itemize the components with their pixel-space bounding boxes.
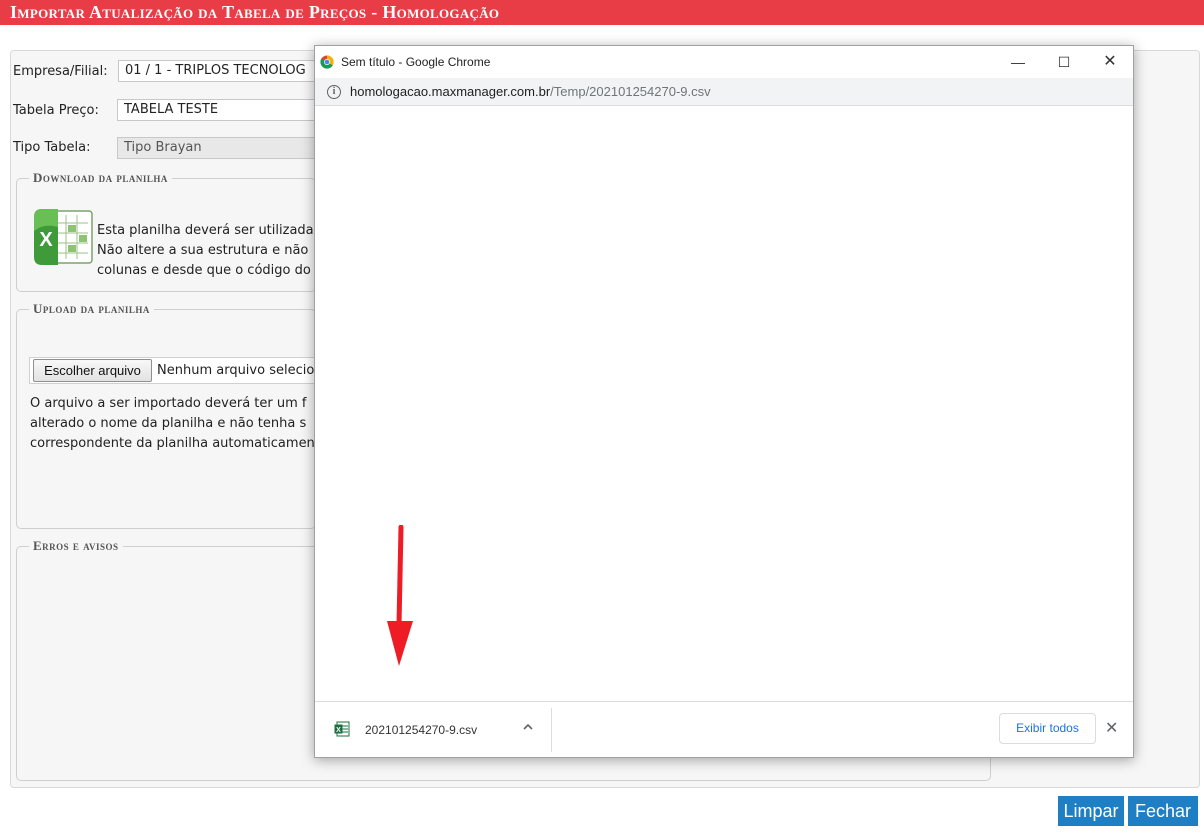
empresa-select[interactable]: 01 / 1 - TRIPLOS TECNOLOG [118,60,318,82]
chrome-address-bar[interactable]: i homologacao.maxmanager.com.br/Temp/202… [315,78,1133,106]
upload-legend: Upload da planilha [29,301,154,317]
chevron-up-icon[interactable] [521,720,535,734]
info-icon[interactable]: i [327,85,341,99]
maximize-icon[interactable]: ☐ [1041,46,1087,78]
svg-text:X: X [336,727,341,734]
tipo-field: Tipo Brayan [117,137,318,159]
download-shelf: X 202101254270-9.csv Exibir todos ✕ [315,701,1133,757]
errors-legend: Erros e avisos [29,538,123,554]
download-filename[interactable]: 202101254270-9.csv [365,723,477,737]
minimize-icon[interactable]: — [995,46,1041,78]
page-title: Importar Atualização da Tabela de Preços… [0,0,1204,25]
upload-text-line3: correspondente da planilha automaticamen [30,436,315,451]
url-path: /Temp/202101254270-9.csv [550,84,711,99]
tabela-select[interactable]: TABELA TESTE [117,99,318,121]
chrome-icon [320,55,334,69]
tipo-label: Tipo Tabela: [13,140,91,155]
no-file-text: Nenhum arquivo selecio [157,363,315,378]
empresa-label: Empresa/Filial: [13,64,108,79]
chrome-title-bar[interactable]: Sem título - Google Chrome — ☐ ✕ [315,46,1133,78]
url-host: homologacao.maxmanager.com.br [350,84,551,99]
chrome-popup-window: Sem título - Google Chrome — ☐ ✕ i homol… [314,45,1134,758]
excel-icon: X [34,209,93,265]
download-text-line3: colunas e desde que o código do [97,263,311,278]
window-close-icon[interactable]: ✕ [1087,46,1133,78]
close-shelf-icon[interactable]: ✕ [1105,718,1118,738]
csv-file-icon: X [334,721,350,737]
red-arrow-icon [387,525,413,666]
svg-text:X: X [39,229,53,251]
chrome-window-title: Sem título - Google Chrome [341,55,491,69]
upload-text-line1: O arquivo a ser importado deverá ter um … [30,396,307,411]
download-separator [551,708,552,752]
close-button[interactable]: Fechar [1128,796,1198,826]
url-text: homologacao.maxmanager.com.br/Temp/20210… [350,78,711,106]
download-legend: Download da planilha [29,170,172,186]
choose-file-button[interactable]: Escolher arquivo [33,359,152,382]
show-all-button[interactable]: Exibir todos [999,713,1096,744]
tabela-label: Tabela Preço: [13,103,99,118]
download-text-line1: Esta planilha deverá ser utilizada [97,223,314,238]
upload-text-line2: alterado o nome da planilha e não tenha … [30,416,307,431]
clear-button[interactable]: Limpar [1058,796,1124,826]
chrome-page-content [315,107,1133,701]
download-text-line2: Não altere a sua estrutura e não [97,243,309,258]
